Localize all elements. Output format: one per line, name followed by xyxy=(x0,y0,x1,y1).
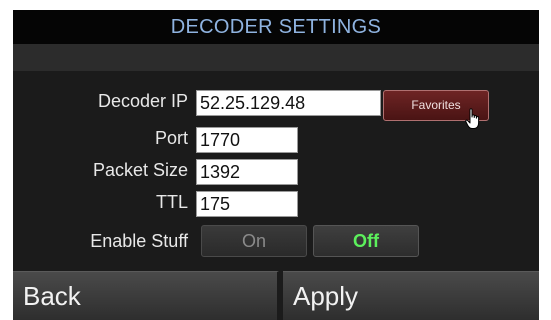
decoder-ip-field[interactable]: 52.25.129.48 xyxy=(196,90,381,116)
port-field[interactable]: 1770 xyxy=(196,127,298,153)
hand-pointer-icon xyxy=(465,108,480,129)
ttl-label: TTL xyxy=(155,192,188,212)
port-label: Port xyxy=(154,128,188,148)
enable-stuff-on-button[interactable]: On xyxy=(201,225,307,257)
decoder-ip-label: Decoder IP xyxy=(97,91,188,111)
apply-button[interactable]: Apply xyxy=(283,271,539,320)
packet-size-field[interactable]: 1392 xyxy=(196,159,298,185)
enable-stuff-off-button[interactable]: Off xyxy=(313,225,419,257)
page-title: DECODER SETTINGS xyxy=(13,10,539,44)
packet-size-label: Packet Size xyxy=(92,160,188,180)
enable-stuff-label: Enable Stuff xyxy=(90,231,188,251)
ttl-field[interactable]: 175 xyxy=(196,191,298,217)
decoder-settings-panel: DECODER SETTINGS Decoder IP 52.25.129.48… xyxy=(13,10,539,320)
sub-header-bar xyxy=(13,44,539,71)
back-button[interactable]: Back xyxy=(13,271,279,320)
